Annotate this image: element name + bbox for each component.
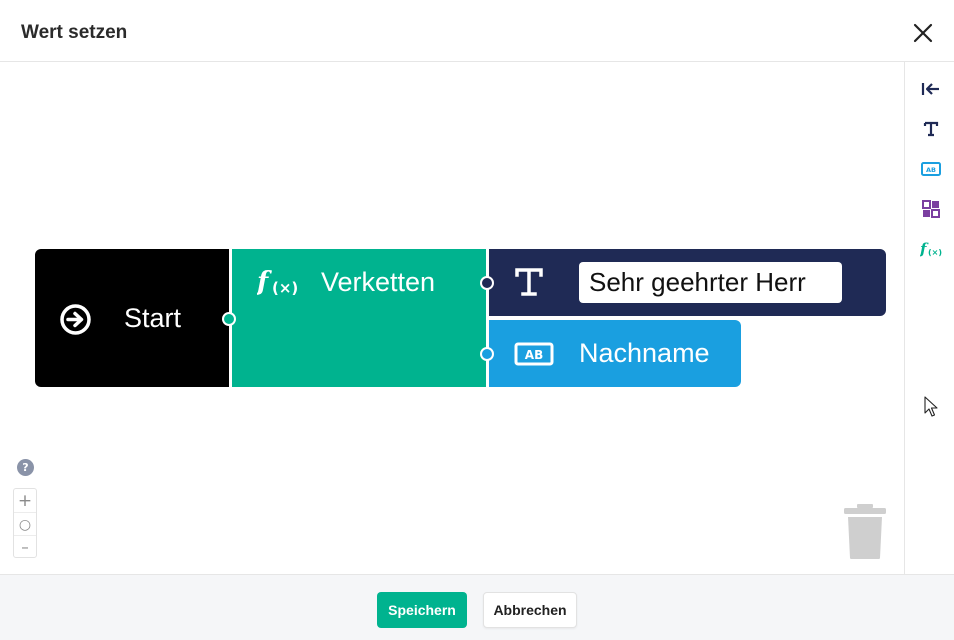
trash-icon xyxy=(844,504,886,559)
dialog-footer: Speichern Abbrechen xyxy=(0,574,954,640)
save-button[interactable]: Speichern xyxy=(377,592,467,628)
variable-icon: AB xyxy=(921,162,941,176)
svg-text:AB: AB xyxy=(525,348,543,362)
mouse-pointer-icon xyxy=(924,396,938,417)
concat-input-connector xyxy=(222,312,236,326)
zoom-in-button[interactable]: + xyxy=(14,489,36,512)
function-icon: f (×) xyxy=(920,240,942,258)
help-icon[interactable]: ? xyxy=(17,459,34,476)
dialog-header: Wert setzen xyxy=(0,0,954,62)
toolbox-text-button[interactable] xyxy=(919,117,943,141)
zoom-reset-button[interactable]: ○ xyxy=(14,513,36,536)
arrow-circle-right-icon xyxy=(60,304,91,335)
variable-block-connector xyxy=(480,347,494,361)
variable-icon: AB xyxy=(514,342,554,366)
svg-text:(×): (×) xyxy=(928,248,942,257)
toolbox-list-button[interactable] xyxy=(919,197,943,221)
svg-text:AB: AB xyxy=(926,166,936,174)
trash-button[interactable] xyxy=(843,504,887,560)
text-icon xyxy=(515,268,543,296)
svg-text:(×): (×) xyxy=(272,279,298,297)
toolbox-function-button[interactable]: f (×) xyxy=(919,237,943,261)
collapse-toolbox-button[interactable] xyxy=(919,77,943,101)
collapse-icon xyxy=(921,83,939,95)
text-value-input[interactable]: Sehr geehrter Herr xyxy=(579,262,842,303)
svg-text:f: f xyxy=(257,267,272,297)
function-icon: f (×) xyxy=(257,267,298,297)
zoom-controls: + ○ – xyxy=(13,488,37,558)
zoom-out-button[interactable]: – xyxy=(14,535,36,558)
text-block-connector xyxy=(480,276,494,290)
close-icon xyxy=(913,23,933,43)
concat-block-label: Verketten xyxy=(321,267,436,297)
start-block-label: Start xyxy=(124,303,182,333)
dialog-title: Wert setzen xyxy=(21,22,128,43)
block-toolbox: AB f (×) xyxy=(904,62,954,574)
cancel-button[interactable]: Abbrechen xyxy=(483,592,577,628)
variable-block-label: Nachname xyxy=(579,338,710,368)
list-icon xyxy=(922,200,940,218)
text-icon xyxy=(923,121,939,137)
toolbox-variable-button[interactable]: AB xyxy=(919,157,943,181)
close-button[interactable] xyxy=(906,16,940,50)
